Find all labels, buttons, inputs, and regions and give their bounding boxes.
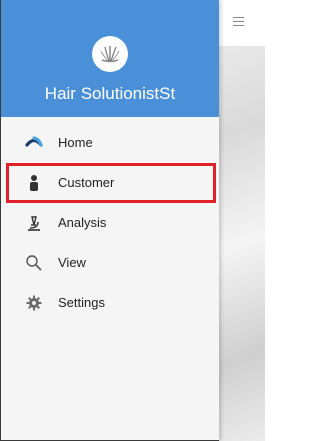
menu-item-analysis[interactable]: Analysis [1, 203, 219, 243]
search-icon [25, 254, 43, 272]
app-logo [92, 36, 128, 72]
menu-item-label: View [58, 255, 86, 270]
menu-item-label: Analysis [58, 215, 107, 230]
main-content-area [219, 0, 265, 441]
menu-item-label: Settings [58, 295, 105, 310]
menu-item-home[interactable]: Home [1, 123, 219, 163]
hamburger-icon[interactable] [233, 17, 244, 26]
menu-item-view[interactable]: View [1, 243, 219, 283]
drawer-header: Hair SolutionistSt [1, 0, 219, 117]
hair-logo-icon [100, 46, 120, 63]
drawer-menu: Home Customer Analysis View Settings [1, 123, 219, 323]
app-screen: Hair SolutionistSt Home Customer Analysi… [0, 0, 265, 441]
menu-item-label: Home [58, 135, 93, 150]
app-title: Hair SolutionistSt [44, 84, 176, 103]
menu-item-label: Customer [58, 175, 115, 190]
home-icon [25, 134, 43, 152]
menu-item-customer[interactable]: Customer [6, 163, 216, 203]
menu-item-settings[interactable]: Settings [1, 283, 219, 323]
microscope-icon [25, 214, 43, 232]
gear-icon [25, 294, 43, 312]
navigation-drawer: Hair SolutionistSt Home Customer Analysi… [0, 0, 219, 441]
customer-icon [25, 174, 43, 192]
